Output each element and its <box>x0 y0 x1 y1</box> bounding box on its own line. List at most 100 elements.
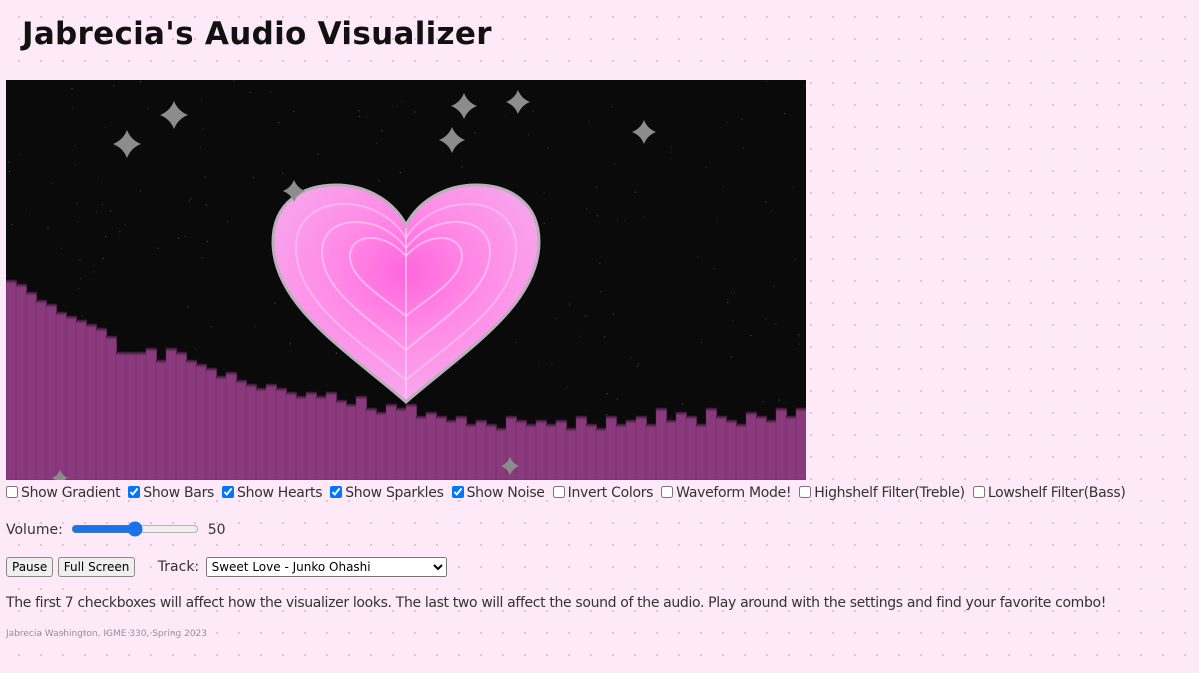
noise-speck <box>79 259 81 261</box>
option-invert-colors[interactable]: Invert Colors <box>549 485 654 501</box>
option-show-noise[interactable]: Show Noise <box>448 485 545 501</box>
pause-button[interactable]: Pause <box>6 557 54 577</box>
noise-speck <box>377 180 380 182</box>
checkbox-5[interactable] <box>552 486 565 498</box>
noise-speck <box>538 361 540 363</box>
frequency-bar-shade <box>346 404 357 434</box>
noise-speck <box>697 256 699 258</box>
frequency-bar-shade <box>426 412 437 442</box>
frequency-bar-shade <box>536 420 547 450</box>
checkbox-label: Show Bars <box>143 485 215 501</box>
checkbox-1[interactable] <box>128 486 141 498</box>
frequency-bar-shade <box>606 416 617 446</box>
option-highshelf-filter-treble[interactable]: Highshelf Filter(Treble) <box>795 485 965 501</box>
frequency-bar-shade <box>656 408 667 438</box>
noise-speck <box>474 132 476 134</box>
frequency-bar-shade <box>26 292 37 322</box>
frequency-bar-shade <box>416 416 427 446</box>
frequency-bar-shade <box>116 352 127 382</box>
option-show-gradient[interactable]: Show Gradient <box>2 485 121 501</box>
noise-speck <box>6 274 8 277</box>
frequency-bar-shade <box>546 424 557 454</box>
checkbox-label: Invert Colors <box>567 485 654 501</box>
frequency-bar-shade <box>176 352 187 382</box>
noise-speck <box>396 105 398 107</box>
noise-speck <box>189 200 191 202</box>
frequency-bar-shade <box>156 360 167 390</box>
noise-speck <box>282 172 284 174</box>
checkbox-7[interactable] <box>799 486 812 498</box>
frequency-bar-shade <box>726 420 737 450</box>
noise-speck <box>762 401 764 403</box>
noise-speck <box>74 164 77 166</box>
noise-speck <box>115 145 117 147</box>
noise-speck <box>804 85 806 87</box>
frequency-bar-shade <box>696 424 707 454</box>
noise-speck <box>606 393 608 395</box>
noise-speck <box>730 291 733 293</box>
noise-speck <box>566 386 568 388</box>
noise-speck <box>765 318 767 320</box>
noise-speck <box>71 88 73 90</box>
volume-slider[interactable] <box>71 521 200 537</box>
frequency-bar-shade <box>226 372 237 402</box>
option-show-bars[interactable]: Show Bars <box>124 485 214 501</box>
frequency-bar-shade <box>86 324 97 354</box>
checkbox-3[interactable] <box>330 486 343 498</box>
frequency-bar-shade <box>716 416 727 446</box>
noise-speck <box>187 306 189 308</box>
frequency-bar-shade <box>246 384 257 414</box>
frequency-bar-shade <box>436 416 447 446</box>
noise-speck <box>551 362 553 365</box>
noise-speck <box>705 166 707 168</box>
noise-speck <box>713 268 715 270</box>
option-waveform-mode[interactable]: Waveform Mode! <box>657 485 792 501</box>
noise-speck <box>194 348 196 350</box>
frequency-bar-shade <box>576 416 587 446</box>
noise-speck <box>147 108 149 110</box>
checkbox-2[interactable] <box>222 486 235 498</box>
checkbox-label: Waveform Mode! <box>676 485 792 501</box>
noise-speck <box>600 290 602 293</box>
frequency-bar-shade <box>766 420 777 450</box>
noise-speck <box>547 147 549 149</box>
frequency-bar-shade <box>306 392 317 422</box>
checkbox-4[interactable] <box>451 486 464 498</box>
noise-speck <box>8 161 10 163</box>
frequency-bar-shade <box>496 428 507 458</box>
frequency-bar-shade <box>596 428 607 458</box>
frequency-bar-shade <box>186 360 197 390</box>
noise-speck <box>104 127 107 129</box>
noise-speck <box>616 220 619 222</box>
noise-speck <box>766 80 768 82</box>
checkbox-0[interactable] <box>6 486 18 498</box>
noise-speck <box>638 363 640 365</box>
track-select[interactable]: Sweet Love - Junko Ohashi <box>205 557 447 577</box>
option-show-hearts[interactable]: Show Hearts <box>218 485 323 501</box>
frequency-bar-shade <box>676 412 687 442</box>
frequency-bar-shade <box>706 408 717 438</box>
frequency-bar-shade <box>636 416 647 446</box>
fullscreen-button[interactable]: Full Screen <box>57 557 136 577</box>
noise-speck <box>742 147 744 149</box>
frequency-bar-shade <box>56 312 67 342</box>
frequency-bar-shade <box>136 352 147 382</box>
frequency-bar-shade <box>266 384 277 414</box>
noise-speck <box>778 399 780 401</box>
frequency-bar-shade <box>526 424 537 454</box>
option-lowshelf-filter-bass[interactable]: Lowshelf Filter(Bass) <box>969 485 1126 501</box>
frequency-bar-shade <box>206 368 217 398</box>
noise-speck <box>47 227 49 229</box>
checkbox-6[interactable] <box>661 486 674 498</box>
noise-speck <box>528 134 530 136</box>
noise-speck <box>335 352 337 354</box>
checkbox-8[interactable] <box>972 486 985 498</box>
noise-speck <box>270 91 272 93</box>
noise-speck <box>716 217 718 219</box>
frequency-bar-shade <box>376 412 387 442</box>
option-show-sparkles[interactable]: Show Sparkles <box>326 485 444 501</box>
noise-speck <box>733 292 736 294</box>
noise-speck <box>200 146 202 148</box>
frequency-bar-shade <box>46 304 57 334</box>
noise-speck <box>543 222 545 225</box>
